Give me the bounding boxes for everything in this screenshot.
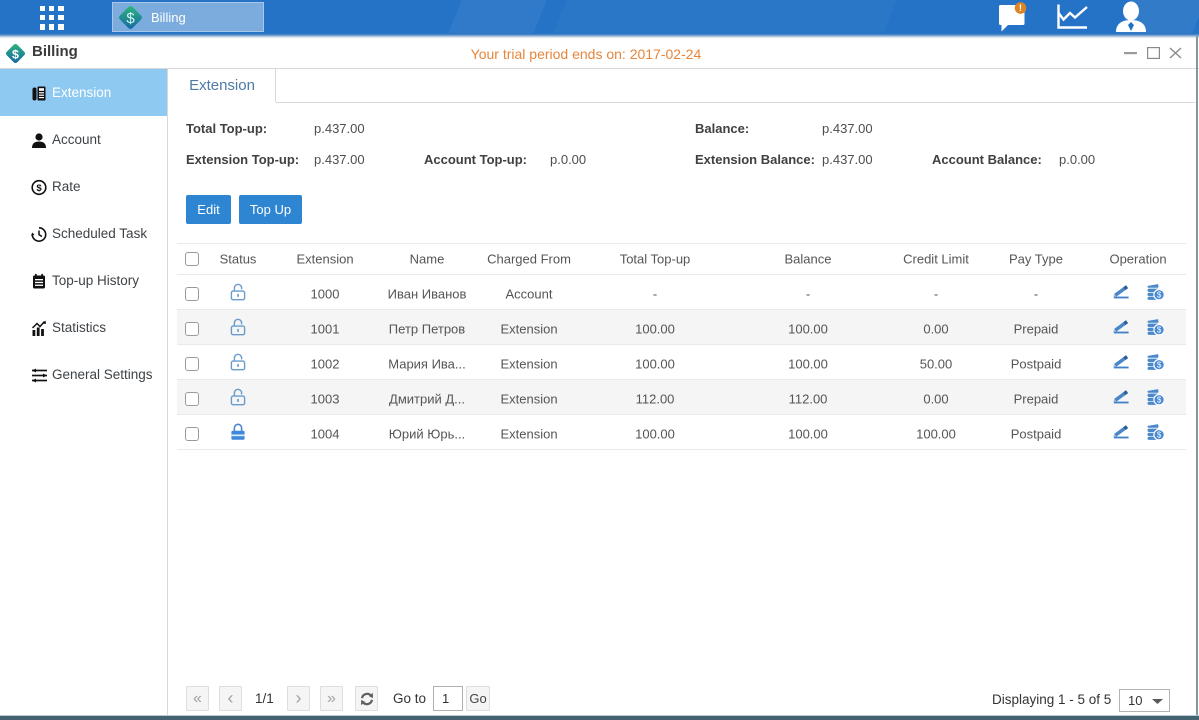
svg-text:$: $: [1157, 396, 1162, 405]
svg-text:$: $: [1157, 361, 1162, 370]
svg-text:$: $: [126, 10, 135, 27]
svg-text:$: $: [1157, 431, 1162, 440]
svg-text:$: $: [36, 183, 42, 194]
svg-text:!: !: [1019, 3, 1022, 14]
svg-text:$: $: [12, 47, 19, 61]
svg-text:$: $: [1157, 326, 1162, 335]
svg-text:$: $: [1157, 291, 1162, 300]
